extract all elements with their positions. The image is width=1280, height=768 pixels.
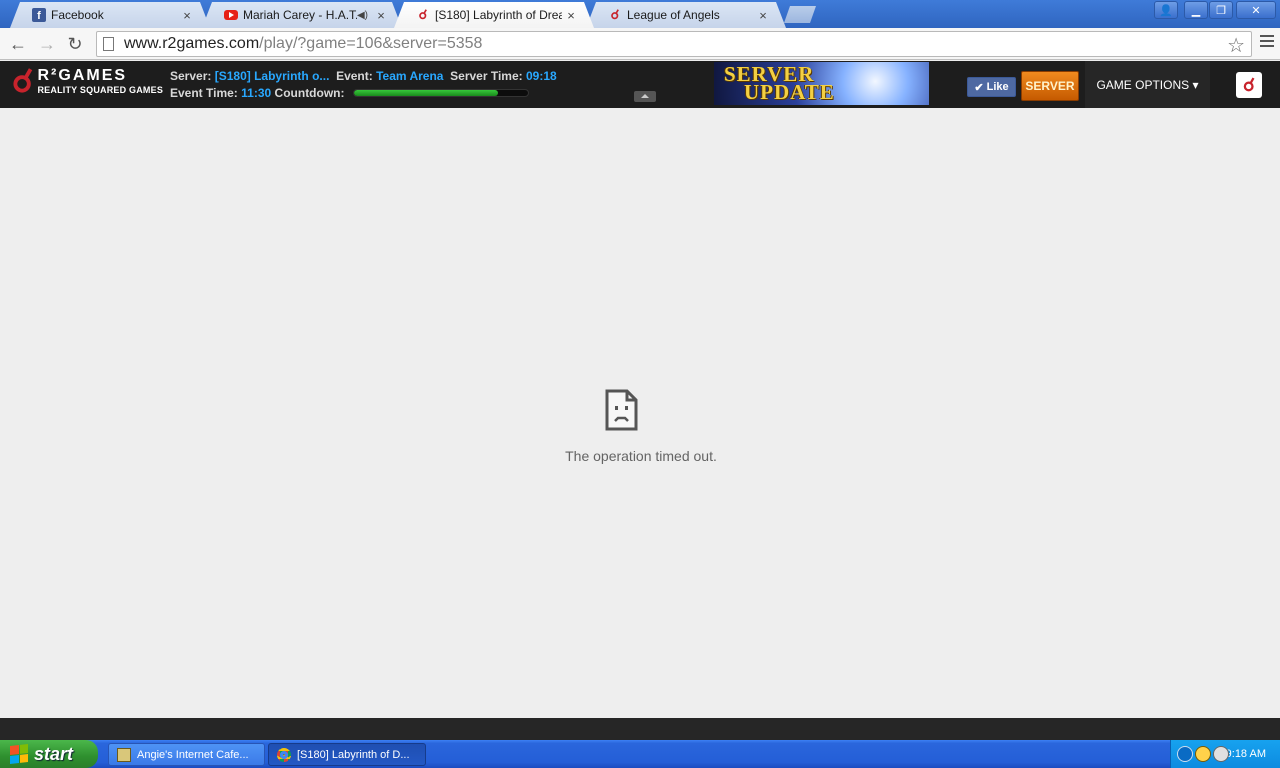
taskbar-clock: 9:18 AM (1225, 748, 1266, 760)
forward-arrow-icon[interactable]: → (35, 32, 59, 56)
checkmark-icon: ✔ (974, 81, 984, 94)
page-icon (103, 37, 114, 51)
countdown-label: Countdown: (274, 86, 345, 100)
youtube-icon (224, 8, 238, 22)
tab-title: League of Angels (627, 8, 720, 22)
close-icon[interactable]: × (372, 8, 390, 23)
back-arrow-icon[interactable]: ← (6, 32, 30, 56)
sad-document-icon (605, 389, 638, 431)
url-text[interactable]: www.r2games.com/play/?game=106&server=53… (124, 35, 482, 53)
chrome-menu-icon[interactable] (1260, 35, 1274, 51)
windows-logo-icon (10, 744, 28, 764)
url-path: /play/?game=106&server=5358 (259, 35, 483, 52)
task-label: [S180] Labyrinth of D... (297, 748, 410, 761)
start-button[interactable]: start (0, 740, 98, 768)
like-label: Like (986, 81, 1009, 93)
minimize-icon[interactable]: ▁ (1184, 1, 1208, 19)
collapse-header-button[interactable] (634, 91, 656, 102)
task-label: Angie's Internet Cafe... (137, 748, 249, 761)
server-button[interactable]: SERVER (1021, 71, 1079, 101)
server-info: Server: [S180] Labyrinth o... Event: Tea… (170, 69, 557, 83)
tab-title: [S180] Labyrinth of Dreams - (435, 8, 562, 22)
r2games-icon: ☌ (418, 7, 428, 22)
r2games-logo-icon: ☌ (12, 63, 34, 99)
tab-facebook[interactable]: f Facebook × (10, 2, 210, 28)
restore-icon[interactable]: ❐ (1209, 1, 1233, 19)
r2games-home-icon[interactable]: ☌ (1236, 72, 1262, 98)
event-time-label: Event Time: (170, 86, 238, 100)
logo-main-text: R²GAMES (37, 67, 128, 84)
chrome-icon (277, 747, 291, 762)
reload-icon[interactable]: ↻ (63, 32, 87, 56)
close-icon[interactable]: × (562, 8, 580, 23)
window-close-icon[interactable]: ✕ (1236, 1, 1276, 19)
game-options-dropdown[interactable]: GAME OPTIONS ▾ (1085, 61, 1210, 108)
error-message: The operation timed out. (565, 448, 717, 464)
system-tray: 9:18 AM (1170, 740, 1280, 768)
logo-sub-text: REALITY SQUARED GAMES (37, 85, 164, 95)
r2games-icon: ☌ (610, 7, 620, 22)
start-label: start (34, 743, 74, 764)
server-value[interactable]: [S180] Labyrinth o... (215, 69, 330, 83)
tab-title: Facebook (51, 8, 104, 22)
tab-title: Mariah Carey - H.A.T.E.U. (243, 8, 356, 22)
cafe-app-icon (117, 747, 131, 762)
facebook-like-button[interactable]: ✔ Like (967, 77, 1016, 97)
banner-line-2: UPDATE (744, 80, 835, 104)
event-value: Team Arena (376, 69, 444, 83)
tray-volume-icon[interactable] (1213, 746, 1229, 762)
bookmark-star-icon[interactable]: ☆ (1227, 33, 1245, 58)
facebook-icon: f (32, 8, 46, 22)
server-time-value: 09:18 (525, 69, 557, 83)
url-host: www.r2games.com (124, 35, 260, 52)
taskbar-item-chrome[interactable]: [S180] Labyrinth of D... (268, 743, 426, 766)
close-icon[interactable]: × (178, 8, 196, 23)
user-icon[interactable]: 👤 (1154, 1, 1178, 19)
event-time-value: 11:30 (241, 86, 272, 100)
server-label: Server: (170, 69, 212, 83)
tray-network-icon[interactable] (1195, 746, 1211, 762)
event-label: Event: (336, 69, 373, 83)
tab-labyrinth-of-dreams[interactable]: ☌ [S180] Labyrinth of Dreams - × (394, 2, 594, 28)
windows-taskbar: start Angie's Internet Cafe... [S180] La… (0, 740, 1280, 768)
game-footer-bar (0, 718, 1280, 740)
countdown-progress-fill (354, 90, 499, 96)
address-bar[interactable]: www.r2games.com/play/?game=106&server=53… (96, 31, 1252, 57)
game-content-area: The operation timed out. (0, 108, 1280, 718)
tab-league-of-angels[interactable]: ☌ League of Angels × (586, 2, 786, 28)
server-time-label: Server Time: (450, 69, 523, 83)
countdown-progress-bar (353, 89, 529, 97)
browser-tab-strip: f Facebook × Mariah Carey - H.A.T.E.U. ◀… (0, 0, 1280, 28)
tab-youtube[interactable]: Mariah Carey - H.A.T.E.U. ◀) × (202, 2, 402, 28)
taskbar-item-internet-cafe[interactable]: Angie's Internet Cafe... (108, 743, 265, 766)
speaker-icon[interactable]: ◀) (357, 10, 368, 21)
new-tab-button[interactable] (784, 6, 816, 23)
close-icon[interactable]: × (754, 8, 772, 23)
event-time-info: Event Time: 11:30 Countdown: (170, 86, 345, 100)
browser-toolbar: ← → ↻ www.r2games.com/play/?game=106&ser… (0, 28, 1280, 60)
server-update-banner[interactable]: SERVER UPDATE (714, 62, 929, 105)
r2games-logo[interactable]: ☌ R²GAMES REALITY SQUARED GAMES (12, 65, 163, 97)
tray-expand-icon[interactable] (1177, 746, 1193, 762)
